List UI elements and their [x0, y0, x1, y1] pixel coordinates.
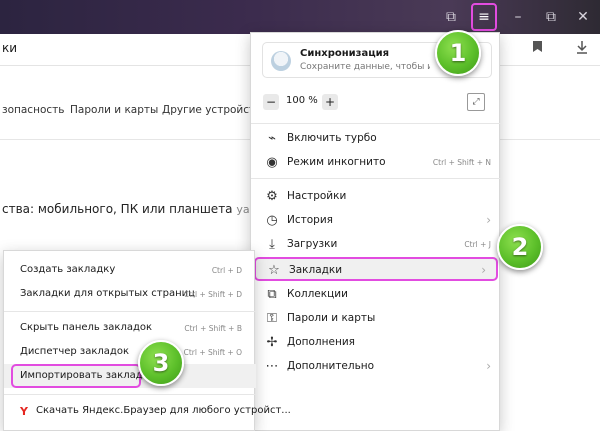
- chevron-right-icon: ›: [486, 213, 491, 227]
- menu-item-passwords[interactable]: ⚿ Пароли и карты: [251, 307, 501, 331]
- menu-item-turbo[interactable]: ⌁ Включить турбо: [251, 127, 501, 151]
- close-button[interactable]: ✕: [568, 0, 598, 34]
- menu-item-label: Включить турбо: [287, 132, 377, 144]
- menu-item-label: Режим инкогнито: [287, 156, 386, 168]
- browser-main-menu: Синхронизация Сохраните данные, чтобы их…: [250, 32, 501, 431]
- menu-item-label: Коллекции: [287, 288, 348, 300]
- yandex-logo-icon: Y: [20, 405, 28, 418]
- gear-icon: ⚙: [266, 188, 278, 204]
- submenu-item-download-yandex[interactable]: Y Скачать Яндекс.Браузер для любого устр…: [4, 400, 291, 424]
- divider: [4, 394, 256, 395]
- collections-icon: ⧉: [267, 286, 277, 302]
- turbo-icon: ⌁: [268, 130, 276, 146]
- shortcut-hint: Ctrl + Shift + B: [184, 324, 242, 333]
- shortcut-hint: Ctrl + D: [211, 266, 242, 275]
- shortcut-hint: Ctrl + Shift + D: [183, 290, 242, 299]
- key-icon: ⚿: [267, 310, 277, 326]
- chevron-right-icon: ›: [481, 263, 486, 277]
- shortcut-hint: Ctrl + J: [464, 240, 491, 249]
- zoom-controls: − 100 % + ⤢: [251, 91, 501, 119]
- submenu-item-bookmark-open-pages[interactable]: Закладки для открытых страниц Ctrl + Shi…: [4, 283, 256, 307]
- menu-item-collections[interactable]: ⧉ Коллекции: [251, 283, 501, 307]
- menu-item-label: Загрузки: [287, 238, 338, 250]
- tab-security[interactable]: зопасность: [2, 104, 64, 116]
- menu-item-bookmarks[interactable]: ☆ Закладки ›: [254, 257, 498, 281]
- more-icon: ⋯: [265, 358, 279, 374]
- divider: [251, 178, 501, 179]
- menu-item-label: Настройки: [287, 190, 347, 202]
- fullscreen-icon[interactable]: ⤢: [467, 93, 485, 111]
- star-icon: ☆: [268, 262, 280, 278]
- submenu-item-create-bookmark[interactable]: Создать закладку Ctrl + D: [4, 259, 256, 283]
- bookmarks-submenu: Создать закладку Ctrl + D Закладки для о…: [3, 250, 291, 431]
- menu-button[interactable]: ≡: [471, 3, 497, 31]
- step-callout-2: 2: [497, 224, 543, 270]
- submenu-item-label: Скачать Яндекс.Браузер для любого устрой…: [36, 405, 291, 416]
- zoom-level: 100 %: [286, 95, 318, 106]
- submenu-item-hide-bookmarks-bar[interactable]: Скрыть панель закладок Ctrl + Shift + B: [4, 317, 256, 341]
- shortcut-hint: Ctrl + Shift + O: [183, 348, 242, 357]
- restore-button[interactable]: ⧉: [536, 0, 566, 34]
- page-title: ки: [2, 41, 18, 55]
- menu-item-extensions[interactable]: ✢ Дополнения: [251, 331, 501, 355]
- tab-passwords[interactable]: Пароли и карты: [70, 104, 158, 116]
- menu-item-settings[interactable]: ⚙ Настройки: [251, 185, 501, 209]
- submenu-item-label: Диспетчер закладок: [20, 346, 129, 357]
- submenu-item-bookmark-manager[interactable]: Диспетчер закладок Ctrl + Shift + O: [4, 341, 256, 365]
- download-icon: ⤓: [269, 236, 275, 252]
- avatar: [271, 51, 291, 71]
- bookmark-icon[interactable]: [532, 40, 543, 57]
- divider: [251, 123, 501, 124]
- puzzle-icon: ✢: [266, 334, 278, 350]
- zoom-out-button[interactable]: −: [263, 94, 279, 110]
- minimize-button[interactable]: –: [503, 0, 533, 34]
- title-bar: ⧉ ≡ – ⧉ ✕: [0, 0, 600, 34]
- menu-item-incognito[interactable]: ◉ Режим инкогнито Ctrl + Shift + N: [251, 151, 501, 175]
- incognito-icon: ◉: [266, 154, 278, 170]
- history-icon: ◷: [266, 212, 278, 228]
- step-callout-1: 1: [435, 30, 481, 76]
- zoom-in-button[interactable]: +: [322, 94, 338, 110]
- download-icon[interactable]: [576, 40, 588, 58]
- submenu-item-label: Создать закладку: [20, 264, 116, 275]
- sync-subtitle: Сохраните данные, чтобы их не: [300, 62, 430, 72]
- divider: [4, 311, 256, 312]
- menu-item-downloads[interactable]: ⤓ Загрузки Ctrl + J: [251, 233, 501, 257]
- menu-item-label: Пароли и карты: [287, 312, 376, 324]
- step-callout-3: 3: [138, 340, 184, 386]
- tabs-icon[interactable]: ⧉: [436, 0, 466, 34]
- shortcut-hint: Ctrl + Shift + N: [432, 158, 491, 167]
- submenu-item-label: Импортировать закладки: [20, 370, 156, 381]
- submenu-item-label: Скрыть панель закладок: [20, 322, 153, 333]
- menu-item-label: Дополнительно: [287, 360, 375, 372]
- menu-item-label: Закладки: [289, 264, 343, 276]
- chevron-right-icon: ›: [486, 359, 491, 373]
- menu-item-label: Дополнения: [287, 336, 355, 348]
- submenu-item-import-bookmarks[interactable]: Импортировать закладки: [11, 364, 155, 388]
- sync-title: Синхронизация: [300, 48, 390, 59]
- menu-item-history[interactable]: ◷ История ›: [251, 209, 501, 233]
- submenu-item-label: Закладки для открытых страниц: [20, 288, 195, 299]
- menu-item-more[interactable]: ⋯ Дополнительно ›: [251, 355, 501, 379]
- menu-item-label: История: [287, 214, 333, 226]
